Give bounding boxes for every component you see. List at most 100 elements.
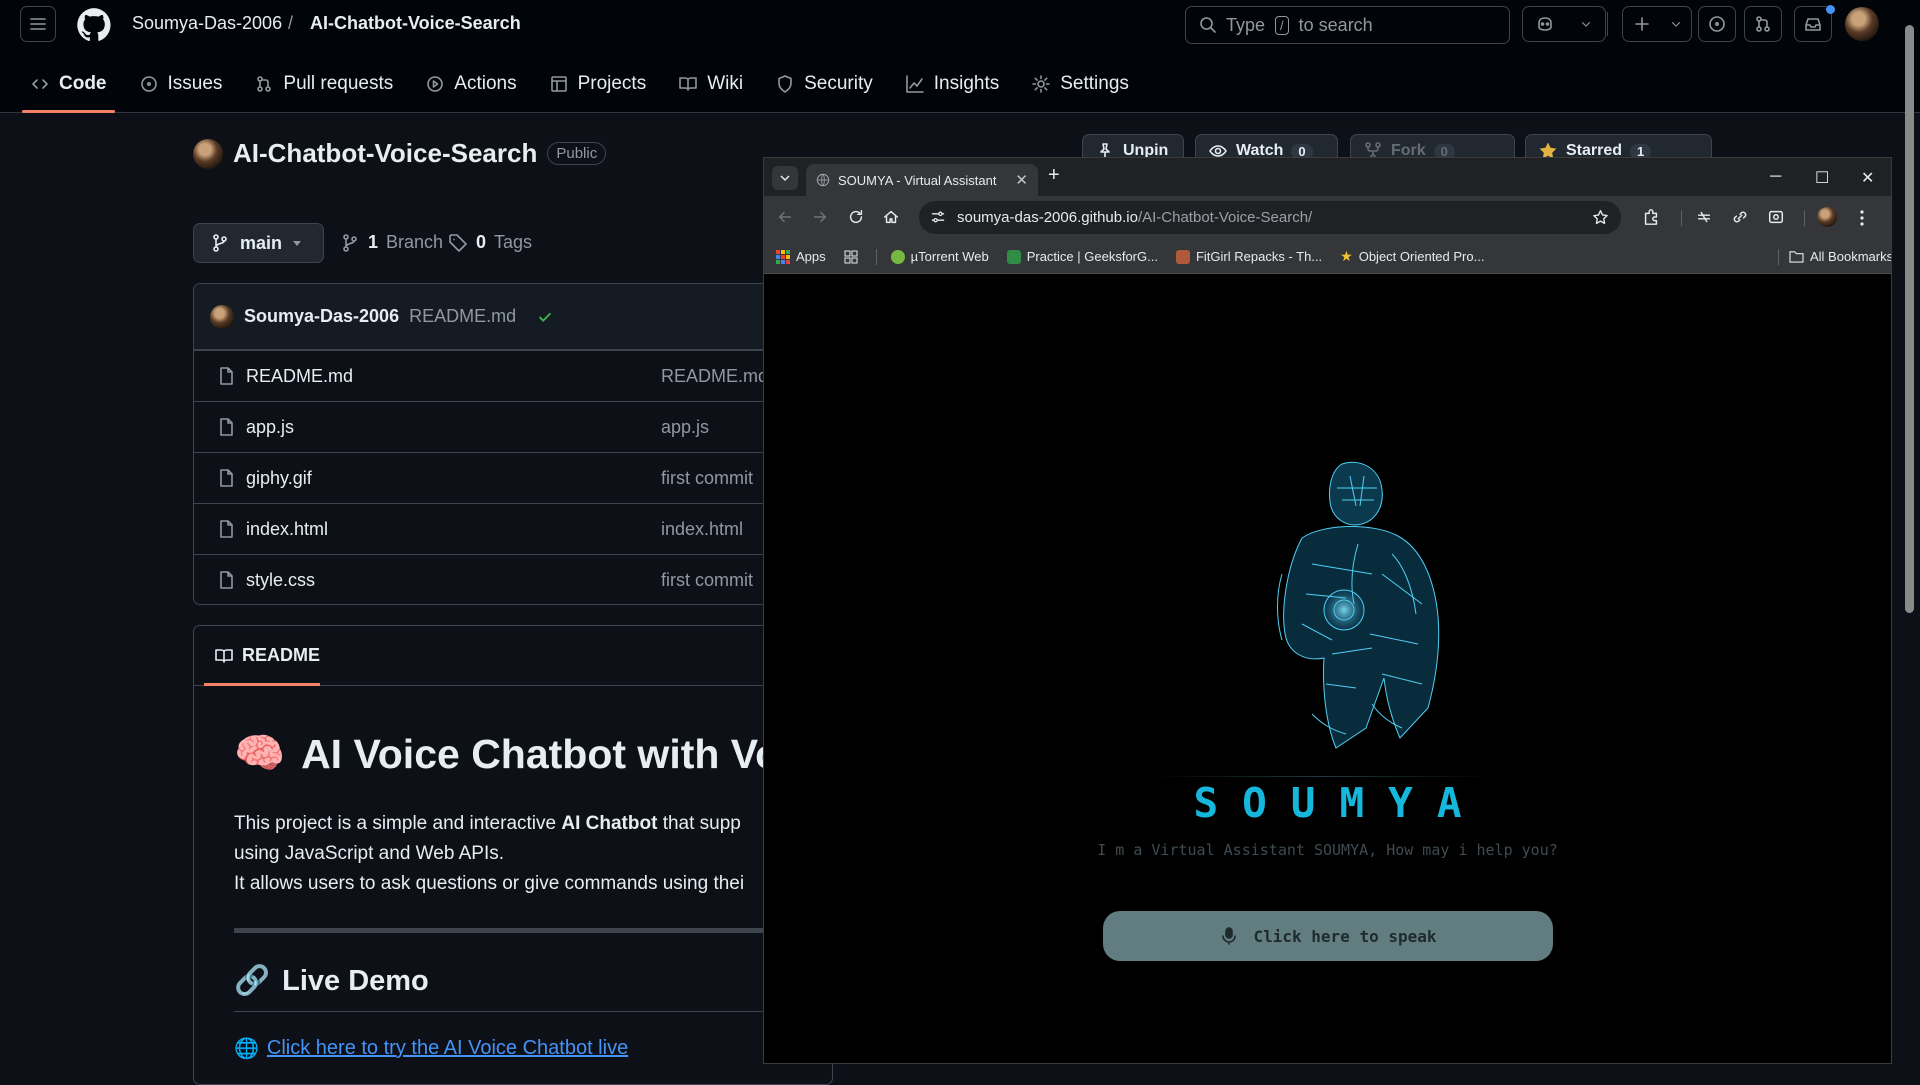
- geeksforgeeks-icon: [1006, 249, 1021, 264]
- create-new-button[interactable]: [1622, 6, 1692, 42]
- bookmark-oop[interactable]: ★ Object Oriented Pro...: [1340, 248, 1484, 265]
- file-commit-message[interactable]: index.html: [661, 519, 743, 540]
- tab-groups-icon[interactable]: [844, 250, 858, 264]
- branch-label: Branch: [386, 232, 444, 252]
- file-name[interactable]: index.html: [246, 519, 328, 540]
- tag-count: 0: [476, 232, 487, 252]
- tab-search-button[interactable]: [772, 166, 798, 190]
- shield-icon: [778, 75, 792, 93]
- tab-wiki[interactable]: Wiki: [664, 62, 757, 106]
- readme-paragraph-line3: It allows users to ask questions or give…: [234, 873, 745, 894]
- profile-avatar[interactable]: [1817, 207, 1837, 227]
- search-input[interactable]: Type / to search: [1185, 6, 1510, 44]
- tab-close-icon[interactable]: ✕: [1015, 171, 1028, 189]
- file-commit-message[interactable]: README.md: [661, 366, 768, 387]
- window-close-button[interactable]: ✕: [1861, 168, 1874, 188]
- file-commit-message[interactable]: first commit: [661, 570, 753, 591]
- branch-selector[interactable]: main: [193, 223, 324, 263]
- screenshot-icon[interactable]: [1767, 208, 1785, 226]
- file-row[interactable]: style.css first commit: [194, 554, 792, 604]
- new-tab-button[interactable]: +: [1048, 164, 1060, 187]
- extension-icon[interactable]: [1695, 208, 1713, 226]
- address-bar[interactable]: soumya-das-2006.github.io/AI-Chatbot-Voi…: [919, 201, 1621, 234]
- branch-icon: [213, 234, 227, 252]
- tab-settings[interactable]: Settings: [1017, 62, 1143, 106]
- chevron-down-icon: [1581, 22, 1591, 27]
- file-name[interactable]: style.css: [246, 570, 315, 591]
- inbox-icon: [1805, 18, 1821, 31]
- bookmark-utorrent[interactable]: µTorrent Web: [890, 249, 989, 264]
- repo-title: AI-Chatbot-Voice-Search Public: [193, 138, 607, 169]
- file-row[interactable]: giphy.gif first commit: [194, 452, 792, 503]
- speak-button[interactable]: Click here to speak: [1103, 911, 1553, 961]
- readme-tab[interactable]: README: [194, 626, 832, 686]
- commit-message[interactable]: README.md: [409, 306, 516, 327]
- menu-button[interactable]: [20, 6, 56, 42]
- file-name[interactable]: app.js: [246, 417, 294, 438]
- file-name[interactable]: giphy.gif: [246, 468, 312, 489]
- file-row[interactable]: index.html index.html: [194, 503, 792, 554]
- assistant-subtitle: I m a Virtual Assistant SOUMYA, How may …: [1097, 841, 1558, 859]
- breadcrumb-separator: /: [288, 13, 294, 33]
- file-commit-message[interactable]: app.js: [661, 417, 709, 438]
- graph-icon: [905, 75, 924, 93]
- copilot-button[interactable]: [1522, 6, 1606, 42]
- file-name[interactable]: README.md: [246, 366, 353, 387]
- tab-issues[interactable]: Issues: [125, 62, 237, 106]
- url-path: /AI-Chatbot-Voice-Search/: [1137, 209, 1313, 226]
- file-icon: [220, 469, 233, 487]
- bookmark-fitgirl[interactable]: FitGirl Repacks - Th...: [1175, 249, 1322, 264]
- assistant-title: SOUMYA: [1193, 779, 1486, 827]
- tab-settings-label: Settings: [1060, 73, 1129, 94]
- forward-arrow-icon[interactable]: [811, 208, 829, 226]
- all-bookmarks-button[interactable]: All Bookmarks: [1789, 249, 1891, 264]
- browser-window: SOUMYA - Virtual Assistant ✕ + ─ ☐ ✕ sou…: [763, 157, 1892, 1064]
- tab-actions[interactable]: Actions: [411, 62, 530, 106]
- live-demo-link[interactable]: 🌐 Click here to try the AI Voice Chatbot…: [234, 1036, 628, 1061]
- bookmark-apps[interactable]: Apps: [776, 249, 826, 264]
- tab-pull-requests[interactable]: Pull requests: [240, 62, 407, 106]
- minimize-button[interactable]: ─: [1770, 168, 1781, 186]
- browser-tab[interactable]: SOUMYA - Virtual Assistant ✕: [806, 164, 1038, 196]
- bookmark-label: Practice | GeeksforG...: [1026, 249, 1158, 264]
- table-icon: [550, 76, 567, 92]
- home-icon[interactable]: [882, 208, 900, 226]
- github-header: Soumya-Das-2006 / AI-Chatbot-Voice-Searc…: [0, 0, 1920, 113]
- repo-name[interactable]: AI-Chatbot-Voice-Search: [233, 138, 537, 169]
- link-icon: 🔗: [234, 965, 271, 997]
- back-arrow-icon[interactable]: [776, 208, 794, 226]
- issue-icon: [1709, 16, 1725, 32]
- file-row[interactable]: README.md README.md: [194, 350, 792, 401]
- file-commit-message[interactable]: first commit: [661, 468, 753, 489]
- issues-button[interactable]: [1698, 6, 1736, 42]
- bookmark-geeksforgeeks[interactable]: Practice | GeeksforG...: [1006, 249, 1158, 264]
- kebab-menu-icon[interactable]: [1860, 210, 1864, 226]
- reload-icon[interactable]: [847, 208, 865, 226]
- extensions-icon[interactable]: [1642, 208, 1660, 226]
- pull-requests-button[interactable]: [1744, 6, 1782, 42]
- bookmark-star-icon[interactable]: [1592, 209, 1609, 226]
- breadcrumb-repo[interactable]: AI-Chatbot-Voice-Search: [310, 13, 521, 34]
- page-scrollbar[interactable]: [1905, 25, 1914, 613]
- github-logo-icon[interactable]: [76, 7, 112, 43]
- maximize-button[interactable]: ☐: [1815, 168, 1829, 188]
- tab-security[interactable]: Security: [761, 62, 887, 106]
- tab-insights[interactable]: Insights: [891, 62, 1013, 106]
- commit-author[interactable]: Soumya-Das-2006: [244, 306, 399, 327]
- tab-pull-requests-label: Pull requests: [283, 73, 394, 94]
- readme-tab-label: README: [242, 645, 321, 665]
- tags-link[interactable]: 0 Tags: [448, 232, 532, 253]
- user-avatar[interactable]: [1845, 7, 1879, 41]
- copilot-icon: [1538, 17, 1552, 31]
- live-demo-link-text[interactable]: Click here to try the AI Voice Chatbot l…: [267, 1037, 628, 1060]
- site-info-icon[interactable]: [930, 209, 946, 225]
- tab-code[interactable]: Code: [16, 62, 121, 113]
- breadcrumb-owner[interactable]: Soumya-Das-2006: [132, 13, 282, 34]
- file-icon: [220, 367, 233, 385]
- pull-request-icon: [257, 76, 272, 92]
- tab-projects[interactable]: Projects: [535, 62, 661, 106]
- link-icon[interactable]: [1731, 208, 1749, 226]
- file-row[interactable]: app.js app.js: [194, 401, 792, 452]
- brain-icon: 🧠: [234, 730, 286, 776]
- branches-link[interactable]: 1 Branch: [340, 232, 443, 253]
